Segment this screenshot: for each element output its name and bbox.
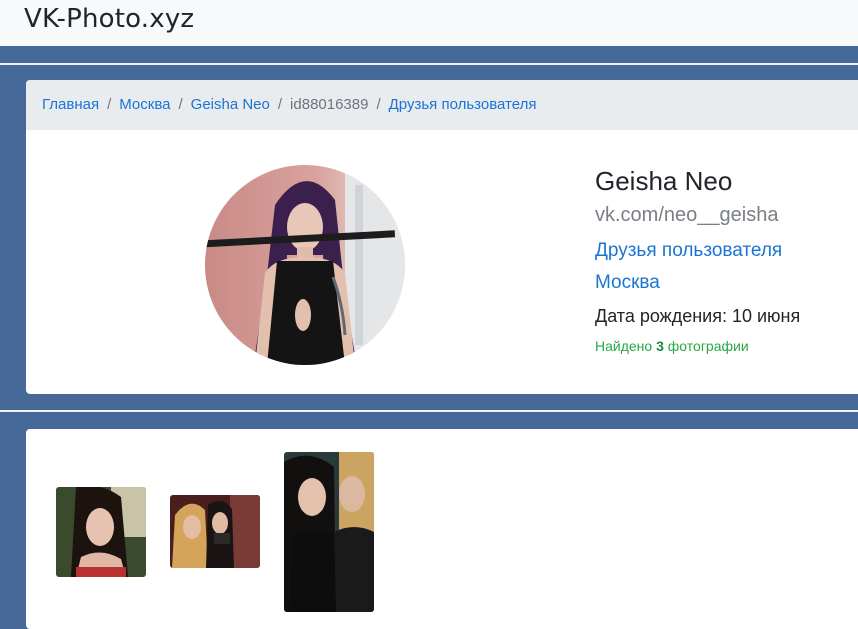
friends-link[interactable]: Друзья пользователя <box>595 240 782 262</box>
birthday-text: Дата рождения: 10 июня <box>595 306 801 326</box>
photo-thumbnail[interactable] <box>284 452 374 612</box>
breadcrumb-city[interactable]: Москва <box>119 96 170 113</box>
breadcrumb-home[interactable]: Главная <box>42 96 99 113</box>
profile-card: Главная / Москва / Geisha Neo / id88016389 / Дру… <box>26 80 858 394</box>
found-prefix: Найдено <box>595 338 653 354</box>
breadcrumb: Главная / Москва / Geisha Neo / id88016389 / Дру… <box>26 80 858 130</box>
top-navbar: VK-Photo.xyz <box>0 0 858 46</box>
photo-thumbnail[interactable] <box>170 495 260 568</box>
profile-vk-link: vk.com/neo__geisha <box>595 204 779 226</box>
photos-card <box>26 429 858 629</box>
divider <box>0 410 858 412</box>
divider <box>0 63 858 65</box>
site-logo[interactable]: VK-Photo.xyz <box>24 4 194 34</box>
found-suffix: фотографии <box>667 338 749 354</box>
profile-name: Geisha Neo <box>595 166 733 196</box>
profile-avatar[interactable] <box>205 165 405 365</box>
breadcrumb-user[interactable]: Geisha Neo <box>191 96 270 113</box>
breadcrumb-id: id88016389 <box>290 96 369 113</box>
breadcrumb-separator: / <box>107 96 112 113</box>
breadcrumb-separator: / <box>376 96 381 113</box>
found-count: 3 <box>656 338 664 354</box>
breadcrumb-separator: / <box>277 96 283 113</box>
photos-found-text: Найдено 3 фотографии <box>595 338 749 354</box>
city-link[interactable]: Москва <box>595 272 660 294</box>
breadcrumb-friends[interactable]: Друзья пользователя <box>389 96 537 113</box>
photo-thumbnail[interactable] <box>56 487 146 577</box>
breadcrumb-separator: / <box>178 96 183 113</box>
